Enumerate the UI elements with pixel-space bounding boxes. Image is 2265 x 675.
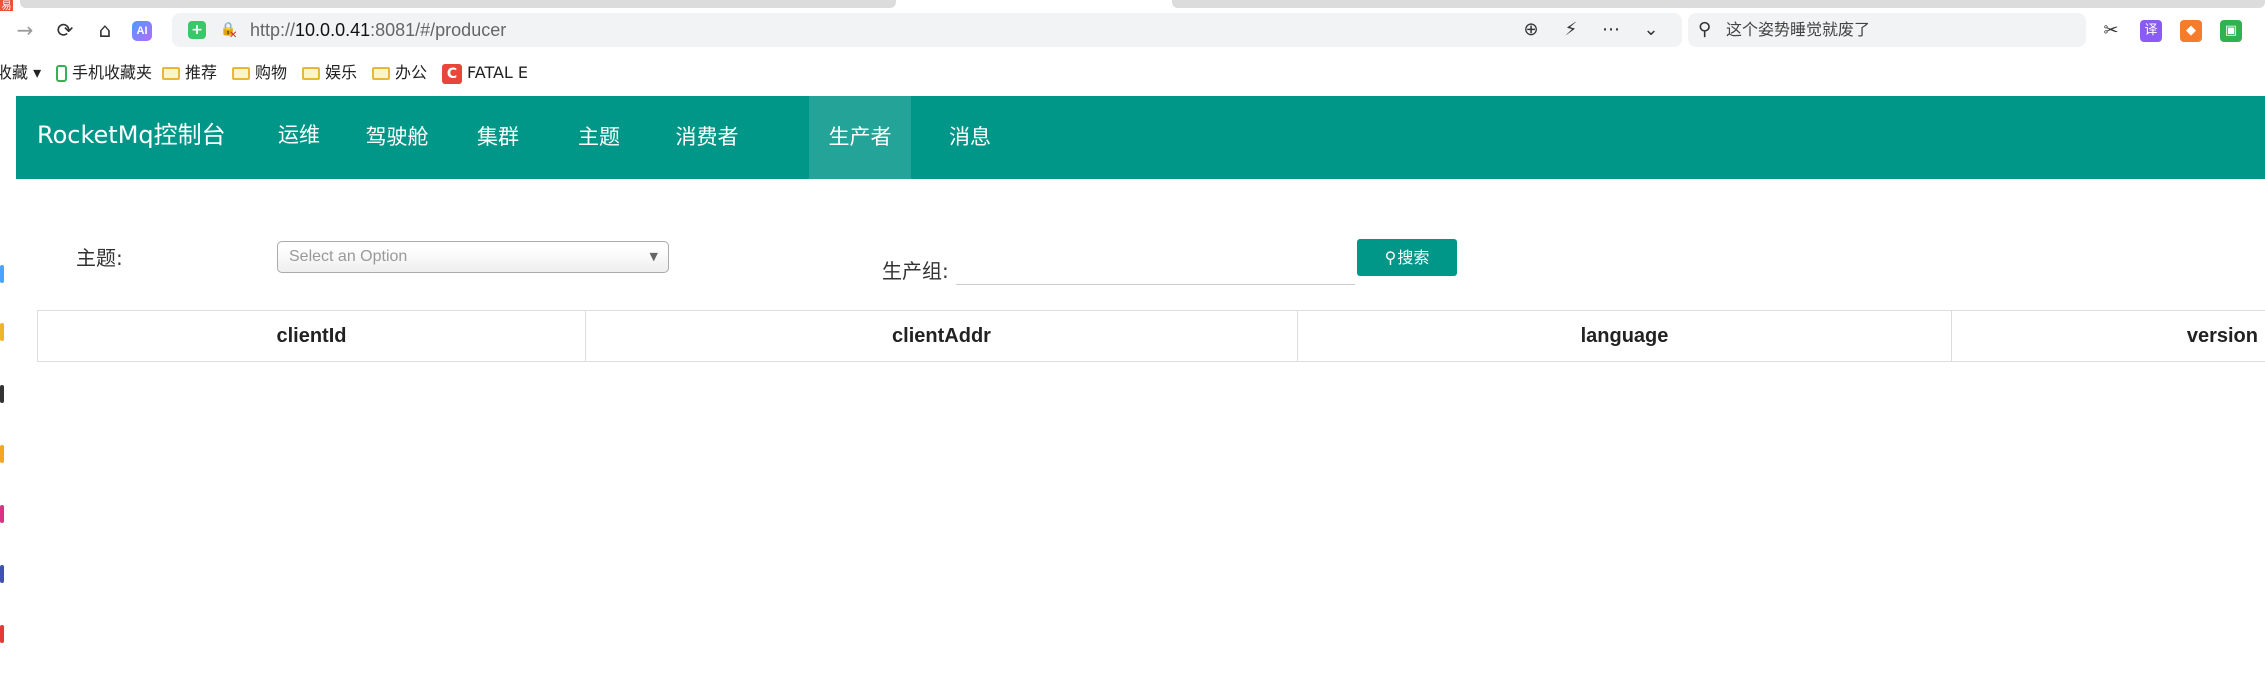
translate-icon[interactable]: 译 <box>2140 20 2162 42</box>
nav-cluster[interactable]: 集群 <box>456 96 540 179</box>
phone-icon <box>56 65 67 82</box>
sidebar-app-icon[interactable] <box>0 505 4 523</box>
folder-icon <box>232 67 250 80</box>
col-header-clientid[interactable]: clientId <box>38 311 586 361</box>
col-header-version[interactable]: version <box>1952 311 2265 361</box>
browser-tab[interactable] <box>20 0 896 8</box>
topic-select-placeholder: Select an Option <box>289 248 408 265</box>
lightning-icon[interactable]: ⚡ <box>1558 17 1584 43</box>
sidebar-app-icon[interactable] <box>0 385 4 403</box>
nav-consumer[interactable]: 消费者 <box>652 96 762 179</box>
search-button-label: 搜索 <box>1397 248 1430 267</box>
topic-label: 主题: <box>76 246 123 270</box>
game-icon[interactable]: ◆ <box>2180 20 2202 42</box>
reload-icon[interactable]: ⟳ <box>52 17 78 43</box>
brand-title[interactable]: RocketMq控制台 <box>37 96 226 175</box>
bookmark-folder[interactable]: 娱乐 <box>302 53 357 93</box>
c-badge-icon: C <box>442 63 462 84</box>
sidebar-app-icon[interactable] <box>0 565 4 583</box>
search-icon: ⚲ <box>1698 19 1712 40</box>
sidebar-app-icon[interactable] <box>0 265 4 283</box>
producer-group-input[interactable] <box>956 247 1355 285</box>
bookmark-folder[interactable]: 办公 <box>372 53 427 93</box>
search-icon: ⚲ <box>1384 248 1397 267</box>
url-text[interactable]: http://10.0.0.41:8081/#/producer <box>250 13 506 47</box>
sidebar-app-icon[interactable] <box>0 323 4 341</box>
topic-select[interactable]: Select an Option ▼ <box>277 241 669 273</box>
bookmark-mobile-favorites[interactable]: 手机收藏夹 <box>56 53 152 93</box>
folder-icon <box>162 67 180 80</box>
sidebar-app-icon[interactable] <box>0 625 4 643</box>
browser-tab-strip: 易 <box>0 0 2265 14</box>
bookmark-ext-icon[interactable]: ▣ <box>2220 20 2242 42</box>
producer-table: clientId clientAddr language version <box>37 310 2265 362</box>
col-header-language[interactable]: language <box>1298 311 1952 361</box>
insecure-lock-icon[interactable]: 🔒 ✕ <box>220 21 238 41</box>
zoom-icon[interactable]: ⊕ <box>1518 17 1544 43</box>
home-icon[interactable]: ⌂ <box>92 17 118 43</box>
caret-down-icon: ▼ <box>649 250 658 263</box>
browser-toolbar: → ⟳ ⌂ AI + 🔒 ✕ http://10.0.0.41:8081/#/pr… <box>0 11 2265 51</box>
bookmark-favorites[interactable]: 收藏 ▾ <box>0 53 41 93</box>
browser-tab[interactable] <box>1172 0 2265 8</box>
top-navbar: RocketMq控制台 运维 驾驶舱 集群 主题 消费者 生产者 消息 <box>16 96 2265 179</box>
app-root: RocketMq控制台 运维 驾驶舱 集群 主题 消费者 生产者 消息 主题: … <box>16 96 2265 675</box>
bookmark-folder[interactable]: 购物 <box>232 53 287 93</box>
ai-assistant-icon[interactable]: AI <box>132 21 152 41</box>
folder-icon <box>302 67 320 80</box>
sidebar-app-icon[interactable] <box>0 445 4 463</box>
browser-search-box[interactable]: ⚲ 这个姿势睡觉就废了 <box>1688 13 2086 47</box>
more-icon[interactable]: ⋯ <box>1598 17 1624 43</box>
producer-group-label: 生产组: <box>882 259 949 283</box>
address-bar[interactable]: + 🔒 ✕ http://10.0.0.41:8081/#/producer ⊕ … <box>172 13 1682 47</box>
nav-dashboard[interactable]: 驾驶舱 <box>347 96 447 179</box>
nav-message[interactable]: 消息 <box>920 96 1020 179</box>
shield-plus-icon[interactable]: + <box>188 21 206 39</box>
bookmarks-bar: 收藏 ▾ 手机收藏夹 推荐 购物 娱乐 办公 C FATAL E <box>0 53 2265 93</box>
nav-producer[interactable]: 生产者 <box>809 96 911 179</box>
nav-topic[interactable]: 主题 <box>557 96 641 179</box>
forward-arrow-icon[interactable]: → <box>12 17 38 43</box>
chevron-down-icon[interactable]: ⌄ <box>1638 17 1664 43</box>
search-button[interactable]: ⚲搜索 <box>1357 239 1457 276</box>
bookmark-folder[interactable]: 推荐 <box>162 53 217 93</box>
browser-side-strip <box>0 95 16 675</box>
col-header-clientaddr[interactable]: clientAddr <box>586 311 1298 361</box>
folder-icon <box>372 67 390 80</box>
bookmark-fatal[interactable]: C FATAL E <box>442 53 528 93</box>
nav-ops[interactable]: 运维 <box>261 96 337 175</box>
scissors-icon[interactable]: ✂ <box>2100 20 2122 42</box>
search-query[interactable]: 这个姿势睡觉就废了 <box>1726 13 1870 47</box>
